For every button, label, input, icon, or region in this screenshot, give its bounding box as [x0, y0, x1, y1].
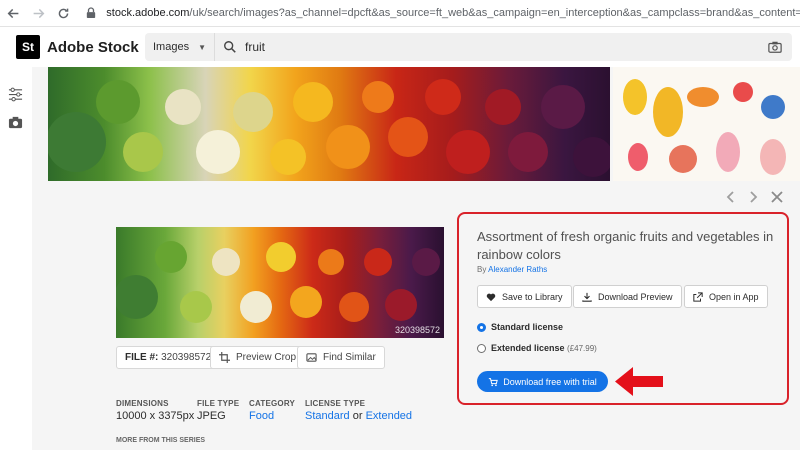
license-or-text: or — [352, 410, 363, 422]
arrow-right-icon — [33, 8, 45, 18]
app-header: St Adobe Stock Images ▼ fruit — [0, 27, 800, 67]
standard-license-label[interactable]: Standard license — [491, 322, 563, 332]
license-type-label: LICENSE TYPE — [305, 399, 366, 408]
url-path: /uk/search/images?as_channel=dpcft&as_so… — [189, 7, 800, 19]
url-host: stock.adobe.com — [106, 7, 190, 19]
filters-icon[interactable] — [8, 87, 23, 102]
forward-button[interactable] — [28, 2, 50, 24]
open-in-app-icon — [693, 291, 703, 302]
extended-license-price: (£47.99) — [567, 344, 597, 353]
download-preview-label: Download Preview — [598, 291, 673, 302]
thumbnail-illustration — [116, 241, 440, 323]
find-similar-button[interactable]: Find Similar — [297, 346, 385, 369]
left-rail — [0, 67, 32, 450]
extended-license-text: Extended license — [491, 343, 565, 353]
save-to-library-label: Save to Library — [502, 291, 563, 302]
download-free-trial-button[interactable]: Download free with trial — [477, 371, 608, 392]
category-link[interactable]: Food — [249, 410, 274, 422]
asset-type-select[interactable]: Images ▼ — [145, 33, 215, 61]
find-similar-label: Find Similar — [323, 352, 376, 363]
reload-button[interactable] — [53, 2, 75, 24]
logo-text[interactable]: Adobe Stock — [47, 39, 139, 56]
asset-title: Assortment of fresh organic fruits and v… — [477, 229, 774, 262]
standard-license-radio[interactable] — [477, 323, 486, 332]
fruit-illustration — [623, 79, 786, 175]
license-type-value: Standard or Extended — [305, 410, 412, 422]
dimensions-label: DIMENSIONS — [116, 399, 169, 408]
thumbnail-watermark-id: 320398572 — [394, 325, 440, 335]
visual-search-camera-icon[interactable] — [768, 40, 782, 54]
red-pointer-arrow-icon — [615, 367, 663, 396]
chevron-down-icon: ▼ — [198, 42, 206, 52]
extended-license-link[interactable]: Extended — [366, 410, 412, 422]
reload-icon — [58, 8, 69, 18]
file-type-label: FILE TYPE — [197, 399, 240, 408]
download-preview-button[interactable]: Download Preview — [573, 285, 682, 308]
file-number-value: 320398572 — [161, 352, 212, 363]
open-in-app-button[interactable]: Open in App — [684, 285, 768, 308]
author-prefix: By — [477, 265, 487, 274]
extended-license-radio[interactable] — [477, 344, 486, 353]
image-icon — [306, 353, 317, 362]
file-number-chip: FILE #: 320398572 — [116, 346, 221, 369]
close-icon[interactable] — [770, 190, 784, 204]
address-bar[interactable]: stock.adobe.com/uk/search/images?as_chan… — [106, 7, 800, 19]
next-asset-icon[interactable] — [746, 190, 760, 204]
camera-icon[interactable] — [8, 115, 23, 130]
adobe-stock-logo[interactable]: St — [16, 35, 40, 59]
asset-thumbnail[interactable]: 320398572 — [116, 227, 444, 338]
asset-type-label: Images — [153, 41, 190, 53]
vegetables-banner-image[interactable] — [48, 67, 610, 181]
preview-crop-label: Preview Crop — [236, 352, 297, 363]
lock-icon — [84, 6, 98, 20]
download-free-trial-label: Download free with trial — [503, 376, 597, 387]
open-in-app-label: Open in App — [709, 291, 759, 302]
results-banner — [48, 67, 800, 181]
fruit-illustration-image[interactable] — [613, 67, 800, 181]
standard-license-link[interactable]: Standard — [305, 410, 350, 422]
crop-icon — [219, 352, 230, 363]
file-type-value: JPEG — [197, 410, 226, 422]
preview-crop-button[interactable]: Preview Crop — [210, 346, 306, 369]
extended-license-label[interactable]: Extended license (£47.99) — [491, 343, 597, 353]
file-number-label: FILE #: — [125, 352, 159, 363]
previous-asset-icon[interactable] — [724, 190, 738, 204]
back-button[interactable] — [3, 2, 25, 24]
search-bar: Images ▼ fruit — [145, 33, 792, 61]
asset-author: By Alexander Raths — [477, 265, 547, 274]
heart-icon — [486, 293, 496, 301]
search-icon — [224, 41, 236, 53]
category-label: CATEGORY — [249, 399, 296, 408]
cart-icon — [489, 377, 499, 386]
more-from-series-heading: MORE FROM THIS SERIES — [116, 437, 206, 444]
author-link[interactable]: Alexander Raths — [488, 265, 547, 274]
vegetable-illustration — [48, 79, 610, 177]
download-icon — [582, 292, 592, 302]
search-input[interactable]: fruit — [245, 40, 265, 54]
browser-toolbar: stock.adobe.com/uk/search/images?as_chan… — [0, 0, 800, 27]
save-to-library-button[interactable]: Save to Library — [477, 285, 572, 308]
dimensions-value: 10000 x 3375px — [116, 410, 195, 422]
arrow-left-icon — [7, 8, 19, 18]
